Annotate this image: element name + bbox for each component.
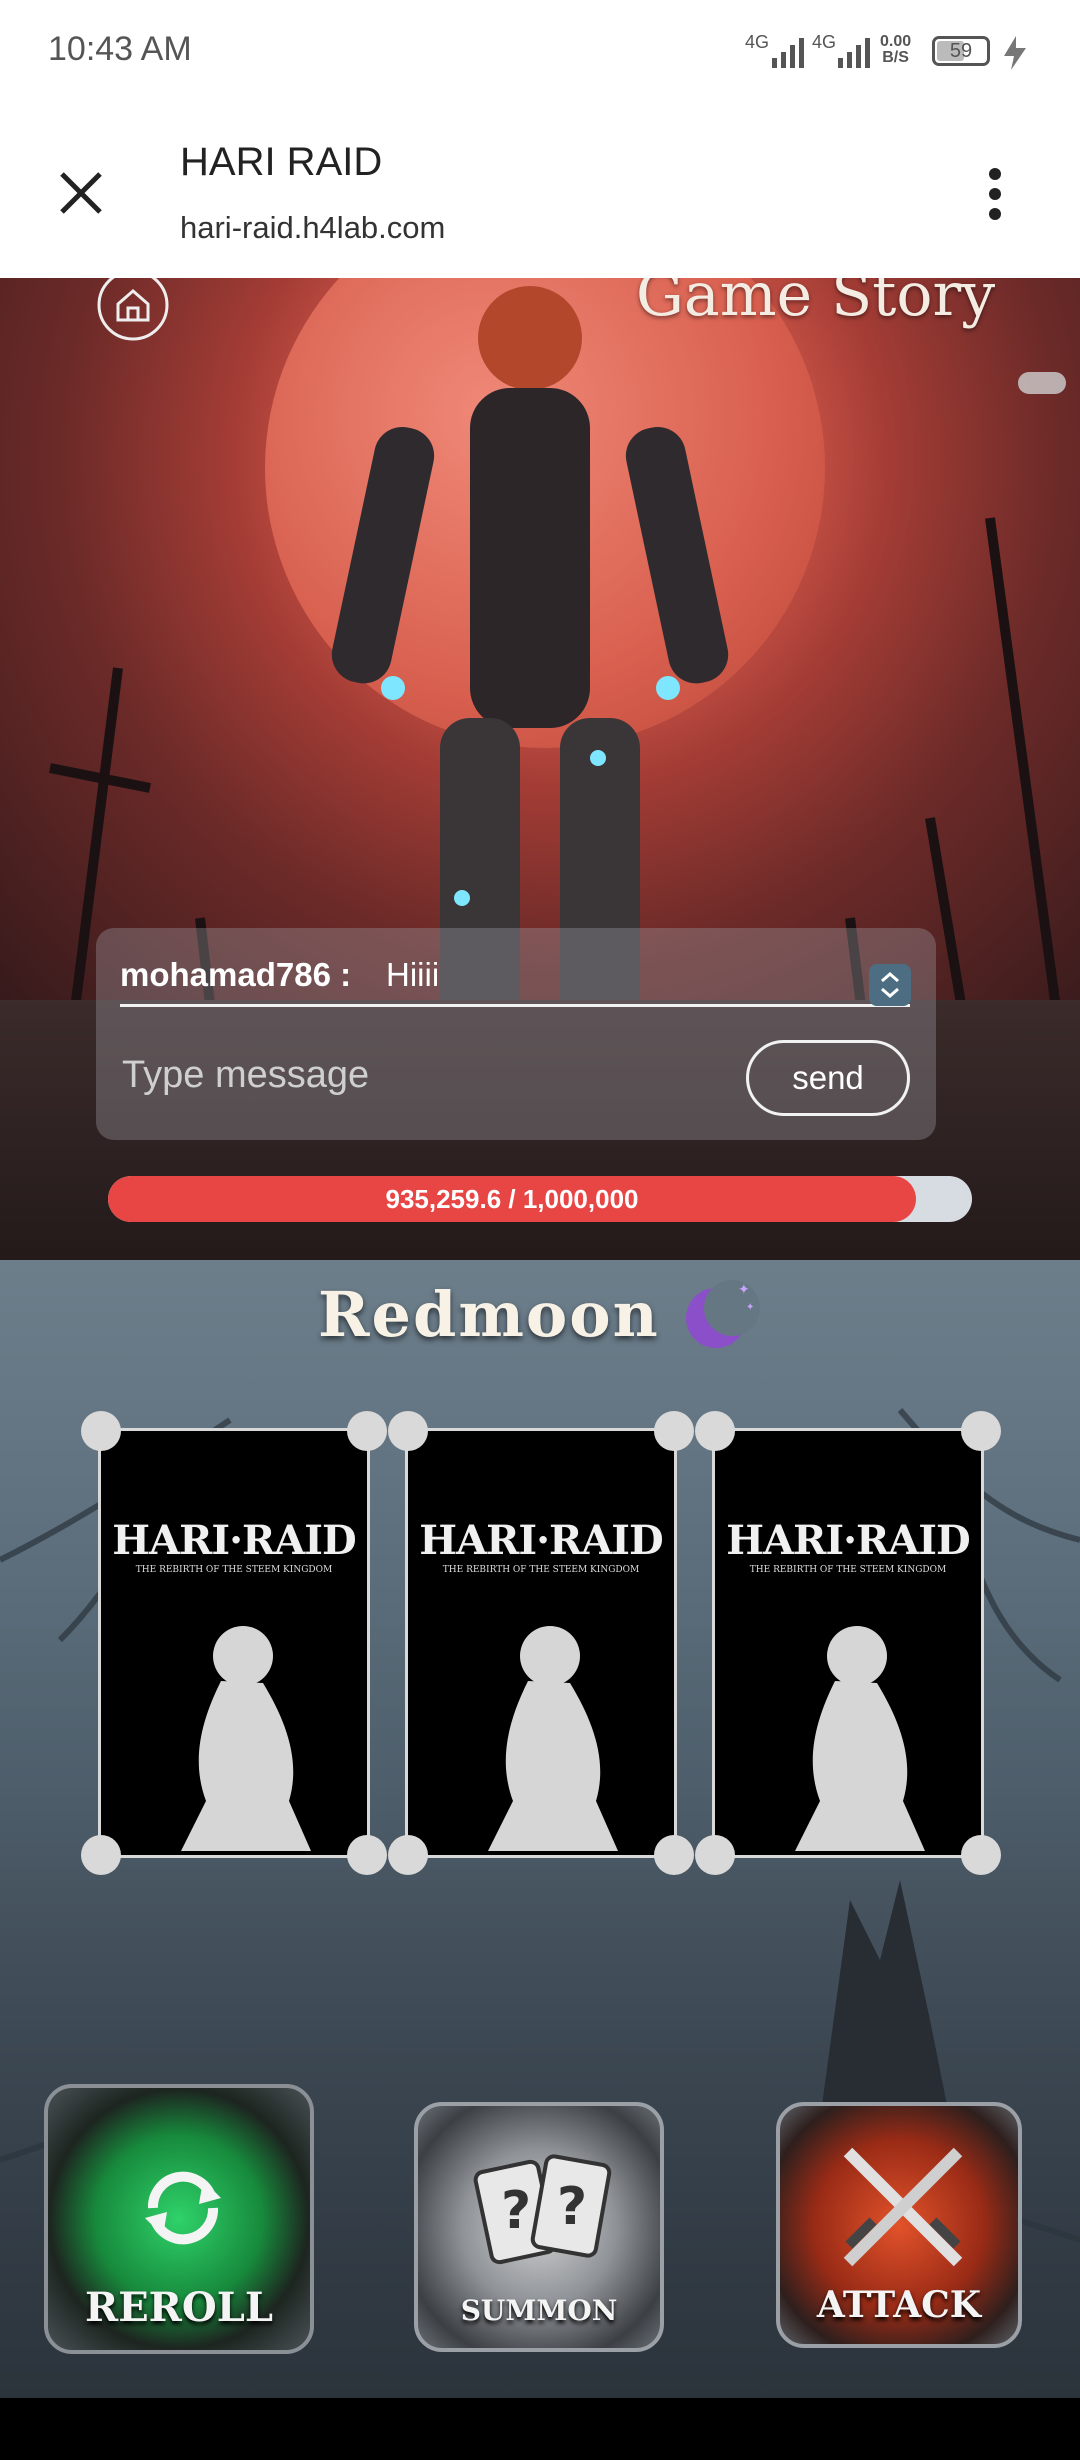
svg-text:✦: ✦ (746, 1302, 754, 1313)
svg-text:✦: ✦ (738, 1282, 750, 1298)
game-hero-scene: Game Story mohamad786 : Hiiii send 935,2… (0, 278, 1080, 1260)
browser-header: HARI RAID hari-raid.h4lab.com (0, 110, 1080, 280)
close-icon[interactable] (56, 168, 106, 218)
signal-icon-2 (838, 38, 870, 68)
chevron-updown-icon[interactable] (869, 964, 911, 1006)
summon-label: SUMMON (460, 2294, 618, 2327)
net-speed: 0.00 B/S (880, 34, 911, 66)
card-subtitle: THE REBIRTH OF THE STEEM KINGDOM (135, 1565, 333, 1575)
reroll-button[interactable]: REROLL (44, 2084, 314, 2354)
heroine-silhouette-icon (488, 1626, 618, 1851)
attack-button[interactable]: ATTACK (776, 2102, 1022, 2348)
network-4g-1: 4G (745, 32, 770, 52)
realm-title: Redmoon (318, 1278, 660, 1351)
chat-message-row: mohamad786 : Hiiii (120, 944, 911, 1007)
card-subtitle: THE REBIRTH OF THE STEEM KINGDOM (749, 1565, 947, 1575)
mystery-cards-icon: ? ? (473, 2154, 612, 2265)
card-draw-scene: Redmoon ✦ ✦ HARI·RAID THE REBIRTH OF THE… (0, 1260, 1080, 2398)
reroll-label: REROLL (84, 2284, 274, 2331)
svg-text:?: ? (557, 2177, 587, 2237)
boss-hp-bar: 935,259.6 / 1,000,000 (108, 1176, 972, 1222)
network-4g-2: 4G (812, 32, 837, 52)
battery-icon: 59 (932, 36, 990, 66)
chat-username: mohamad786 : (120, 956, 352, 993)
system-nav-bar (0, 2398, 1080, 2460)
refresh-icon (145, 2171, 221, 2245)
svg-text:?: ? (501, 2181, 531, 2241)
attack-label: ATTACK (816, 2284, 982, 2326)
page-url: hari-raid.h4lab.com (180, 210, 446, 245)
card-slot-3[interactable]: HARI·RAID THE REBIRTH OF THE STEEM KINGD… (695, 1411, 1001, 1875)
net-speed-value: 0.00 (880, 33, 912, 50)
heroine-silhouette-icon (795, 1626, 925, 1851)
chat-message-input[interactable] (120, 1044, 724, 1106)
card-brand: HARI·RAID (419, 1517, 663, 1564)
card-slot-2[interactable]: HARI·RAID THE REBIRTH OF THE STEEM KINGD… (388, 1411, 694, 1875)
page-title: HARI RAID (180, 140, 383, 184)
heroine-silhouette-icon (181, 1626, 311, 1851)
scrollbar[interactable] (1018, 372, 1066, 394)
status-time: 10:43 AM (48, 30, 192, 68)
game-story-link[interactable]: Game Story (636, 278, 995, 330)
signal-icon-1 (772, 38, 804, 68)
card-brand: HARI·RAID (112, 1517, 356, 1564)
battery-percent: 59 (949, 40, 973, 62)
boss-hp-label: 935,259.6 / 1,000,000 (385, 1184, 639, 1214)
card-subtitle: THE REBIRTH OF THE STEEM KINGDOM (442, 1565, 640, 1575)
more-options-icon[interactable] (975, 166, 1015, 222)
send-button[interactable]: send (746, 1040, 910, 1116)
card-slot-1[interactable]: HARI·RAID THE REBIRTH OF THE STEEM KINGD… (81, 1411, 387, 1875)
summon-button[interactable]: ? ? SUMMON (414, 2102, 664, 2352)
chat-panel: mohamad786 : Hiiii send (96, 928, 936, 1140)
net-speed-unit: B/S (882, 49, 909, 66)
card-brand: HARI·RAID (726, 1517, 970, 1564)
crescent-moon-icon: ✦ ✦ (686, 1280, 760, 1348)
status-bar: 10:43 AM 4G 4G 0.00 B/S 59 (0, 0, 1080, 110)
crossed-swords-icon (843, 2147, 963, 2267)
chat-message-text: Hiiii (386, 956, 440, 993)
charging-icon (1004, 36, 1026, 70)
